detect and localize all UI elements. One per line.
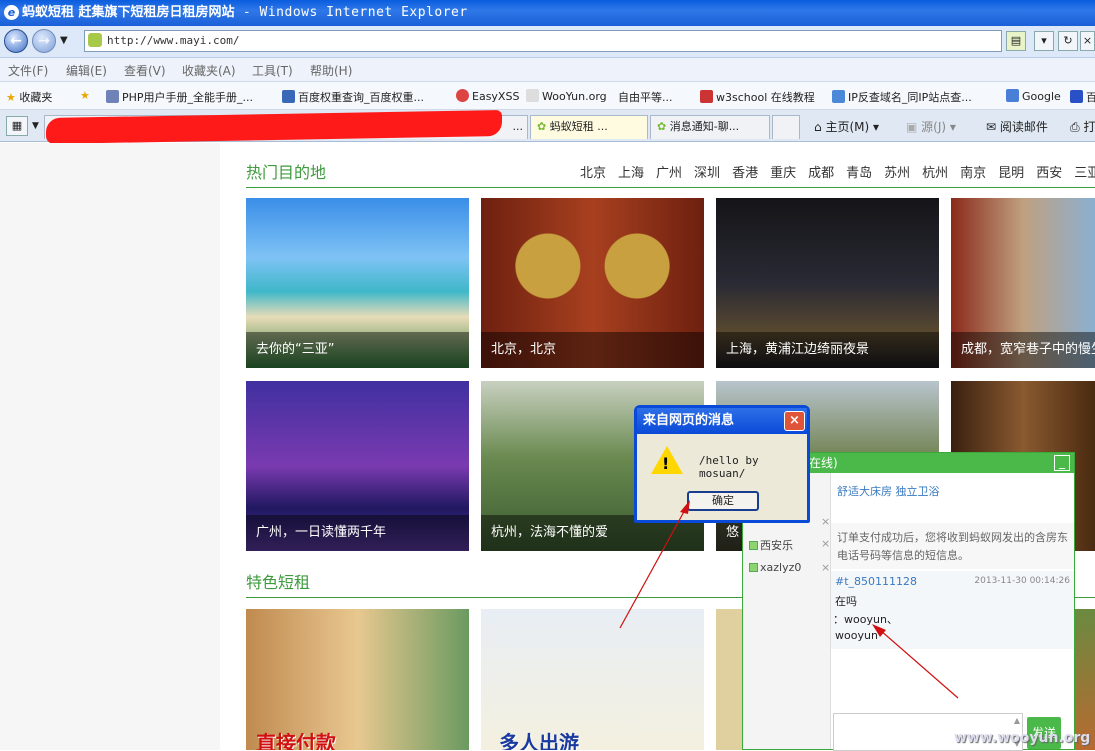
- annotation-arrows: [619, 500, 959, 699]
- arrow-head: [872, 624, 886, 637]
- watermark: www.wooyun.org: [954, 730, 1091, 746]
- arrow-line: [879, 629, 959, 699]
- arrow-line: [619, 507, 687, 629]
- arrow-head: [680, 500, 690, 514]
